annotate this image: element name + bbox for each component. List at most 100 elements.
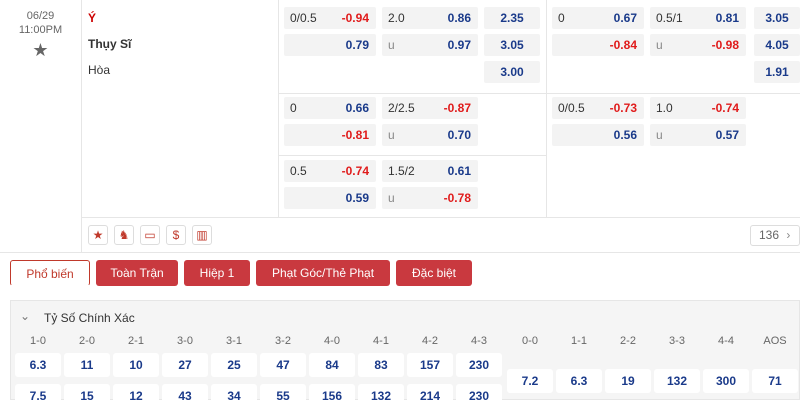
chevron-down-icon[interactable]: ⌄ xyxy=(20,309,30,323)
odds-value: 0.97 xyxy=(447,38,471,52)
score-header: 2-2 xyxy=(620,335,636,347)
score-odds[interactable]: 7.5 xyxy=(15,384,61,400)
score-odds[interactable]: 83 xyxy=(358,353,404,377)
odds-cell[interactable]: u 0.57 xyxy=(650,124,746,146)
odds-cell[interactable]: -0.84 xyxy=(552,34,644,56)
score-header: 4-2 xyxy=(422,335,438,347)
tab-first-half[interactable]: Hiệp 1 xyxy=(184,260,250,286)
score-odds[interactable]: 47 xyxy=(260,353,306,377)
score-odds[interactable]: 156 xyxy=(309,384,355,400)
dollar-icon[interactable]: $ xyxy=(166,225,186,245)
score-header: 2-0 xyxy=(79,335,95,347)
score-odds[interactable]: 27 xyxy=(162,353,208,377)
odds-cell[interactable]: 0/0.5 -0.73 xyxy=(552,97,644,119)
odds-value: -0.98 xyxy=(711,38,739,52)
tab-special[interactable]: Đặc biệt xyxy=(396,260,472,286)
odds-value: 0.66 xyxy=(345,101,369,115)
more-markets-button[interactable]: 136 › xyxy=(750,225,800,246)
score-odds[interactable]: 300 xyxy=(703,369,749,393)
odds-cell[interactable]: 0 0.67 xyxy=(552,7,644,29)
odds-cell[interactable]: 0.56 xyxy=(552,124,644,146)
chevron-right-icon: › xyxy=(786,228,791,242)
odds-handicap: u xyxy=(656,38,663,52)
odds-value: -0.87 xyxy=(443,101,471,115)
odds-cell[interactable]: 0.5 -0.74 xyxy=(284,160,376,182)
odds-value: -0.78 xyxy=(443,191,471,205)
odds-handicap: u xyxy=(388,38,395,52)
tab-full-match[interactable]: Toàn Trận xyxy=(96,260,178,286)
lion-icon[interactable]: ♞ xyxy=(114,225,134,245)
tab-popular[interactable]: Phổ biến xyxy=(10,260,90,286)
score-odds[interactable]: 214 xyxy=(407,384,453,400)
more-markets-count: 136 xyxy=(759,228,780,242)
divider xyxy=(546,0,547,217)
odds-handicap: 1.0 xyxy=(656,101,673,115)
odds-cell[interactable]: -0.81 xyxy=(284,124,376,146)
odds-cell[interactable]: 2/2.5 -0.87 xyxy=(382,97,478,119)
score-odds[interactable]: 25 xyxy=(211,353,257,377)
score-odds[interactable]: 19 xyxy=(605,369,651,393)
odds-cell[interactable]: 2.0 0.86 xyxy=(382,7,478,29)
odds-handicap: 0 xyxy=(558,11,565,25)
score-odds[interactable]: 12 xyxy=(113,384,159,400)
odds-cell[interactable]: 1.91 xyxy=(754,61,800,83)
match-date: 06/29 xyxy=(26,10,55,22)
score-odds[interactable]: 55 xyxy=(260,384,306,400)
odds-value: 0.70 xyxy=(447,128,471,142)
odds-value: 0.56 xyxy=(613,128,637,142)
score-odds[interactable]: 71 xyxy=(752,369,798,393)
odds-handicap: u xyxy=(388,128,395,142)
odds-cell[interactable]: 3.05 xyxy=(484,34,540,56)
score-odds[interactable]: 11 xyxy=(64,353,110,377)
score-odds[interactable]: 7.2 xyxy=(507,369,553,393)
odds-cell[interactable]: 0.79 xyxy=(284,34,376,56)
card-icon[interactable]: ▭ xyxy=(140,225,160,245)
score-odds[interactable]: 230 xyxy=(456,384,502,400)
odds-cell[interactable]: u 0.70 xyxy=(382,124,478,146)
score-header: 3-0 xyxy=(177,335,193,347)
divider xyxy=(278,155,546,156)
score-odds[interactable]: 132 xyxy=(654,369,700,393)
odds-cell[interactable]: 0.59 xyxy=(284,187,376,209)
stats-icon[interactable]: ▥ xyxy=(192,225,212,245)
score-header: 3-3 xyxy=(669,335,685,347)
home-team[interactable]: Ý xyxy=(88,11,96,25)
odds-value: -0.94 xyxy=(341,11,369,25)
odds-cell[interactable]: u -0.98 xyxy=(650,34,746,56)
score-header: 1-0 xyxy=(30,335,46,347)
odds-cell[interactable]: 1.5/2 0.61 xyxy=(382,160,478,182)
score-odds[interactable]: 157 xyxy=(407,353,453,377)
score-odds[interactable]: 6.3 xyxy=(15,353,61,377)
away-team[interactable]: Thụy Sĩ xyxy=(88,37,131,51)
odds-value: 0.86 xyxy=(447,11,471,25)
odds-cell[interactable]: 0.5/1 0.81 xyxy=(650,7,746,29)
odds-cell[interactable]: 2.35 xyxy=(484,7,540,29)
odds-handicap: 0/0.5 xyxy=(558,101,585,115)
match-time-column: 06/29 11:00PM ★ xyxy=(0,0,82,252)
tab-corners-cards[interactable]: Phạt Góc/Thẻ Phạt xyxy=(256,260,390,286)
score-odds[interactable]: 6.3 xyxy=(556,369,602,393)
score-odds[interactable]: 10 xyxy=(113,353,159,377)
odds-cell[interactable]: 4.05 xyxy=(754,34,800,56)
score-odds[interactable]: 84 xyxy=(309,353,355,377)
score-odds[interactable]: 132 xyxy=(358,384,404,400)
odds-value: 3.05 xyxy=(765,11,789,25)
score-odds[interactable]: 15 xyxy=(64,384,110,400)
odds-value: 0.79 xyxy=(345,38,369,52)
score-header: 4-3 xyxy=(471,335,487,347)
odds-cell[interactable]: 0 0.66 xyxy=(284,97,376,119)
odds-cell[interactable]: 3.00 xyxy=(484,61,540,83)
score-header: 3-2 xyxy=(275,335,291,347)
odds-cell[interactable]: 0/0.5 -0.94 xyxy=(284,7,376,29)
score-odds[interactable]: 43 xyxy=(162,384,208,400)
score-odds[interactable]: 230 xyxy=(456,353,502,377)
section-title[interactable]: Tỷ Số Chính Xác xyxy=(44,311,135,325)
odds-cell[interactable]: u -0.78 xyxy=(382,187,478,209)
odds-cell[interactable]: 3.05 xyxy=(754,7,800,29)
favorite-star-icon[interactable]: ★ xyxy=(0,40,81,61)
star-icon[interactable]: ★ xyxy=(88,225,108,245)
score-odds[interactable]: 34 xyxy=(211,384,257,400)
odds-handicap: 0.5/1 xyxy=(656,11,683,25)
odds-cell[interactable]: 1.0 -0.74 xyxy=(650,97,746,119)
odds-cell[interactable]: u 0.97 xyxy=(382,34,478,56)
